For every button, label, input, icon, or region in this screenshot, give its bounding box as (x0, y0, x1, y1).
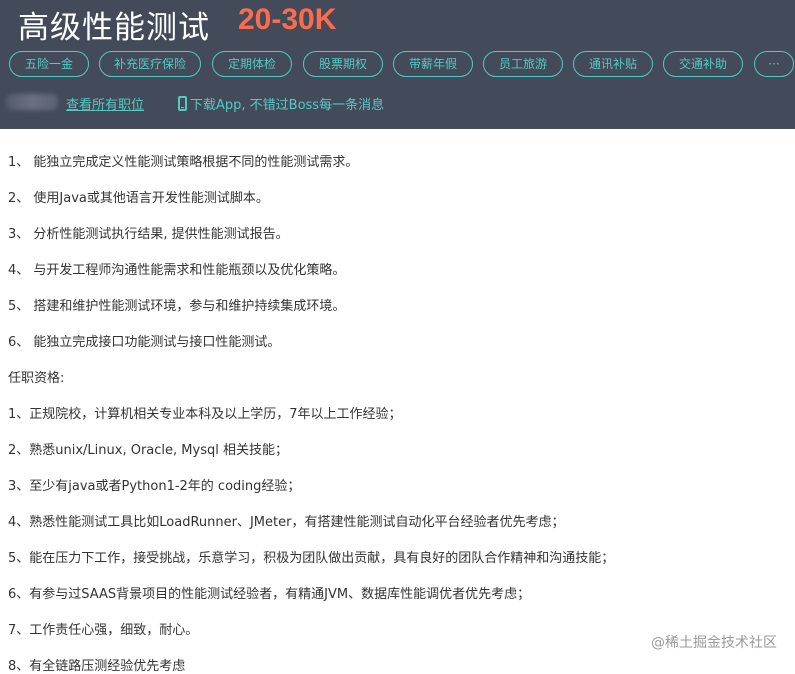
view-all-jobs-link[interactable]: 查看所有职位 (66, 94, 144, 113)
benefit-tag: 股票期权 (303, 51, 383, 77)
responsibility-item: 1、 能独立完成定义性能测试策略根据不同的性能测试需求。 (8, 155, 359, 170)
download-app-link[interactable]: 下载App, 不错过Boss每一条消息 (178, 94, 384, 113)
watermark: @稀土掘金技术社区 (651, 635, 777, 651)
download-app-label: 下载App, 不错过Boss每一条消息 (190, 98, 385, 113)
more-benefits-button[interactable]: ··· (754, 51, 794, 77)
blurred-company-name (6, 94, 58, 110)
job-header: 高级性能测试 20-30K 五险一金 补充医疗保险 定期体检 股票期权 带薪年假… (0, 0, 795, 129)
responsibility-item: 4、 与开发工程师沟通性能需求和性能瓶颈以及优化策略。 (8, 263, 346, 278)
benefit-tag: 交通补助 (663, 51, 743, 77)
qualification-item: 8、有全链路压测经验优先考虑 (8, 659, 186, 674)
responsibility-item: 2、 使用Java或其他语言开发性能测试脚本。 (8, 191, 269, 206)
benefit-tag: 五险一金 (9, 51, 89, 77)
qualification-item: 2、熟悉unix/Linux, Oracle, Mysql 相关技能； (8, 443, 288, 458)
responsibility-item: 6、 能独立完成接口功能测试与接口性能测试。 (8, 335, 281, 350)
qualification-item: 6、有参与过SAAS背景项目的性能测试经验者，有精通JVM、数据库性能调优者优先… (8, 587, 531, 602)
qualification-item: 5、能在压力下工作，接受挑战，乐意学习，积极为团队做出贡献，具有良好的团队合作精… (8, 551, 615, 566)
benefit-tag: 定期体检 (212, 51, 292, 77)
responsibility-item: 3、 分析性能测试执行结果, 提供性能测试报告。 (8, 227, 289, 242)
qualifications-heading: 任职资格: (8, 371, 65, 386)
benefit-tag: 通讯补贴 (573, 51, 653, 77)
benefit-tag: 补充医疗保险 (99, 51, 201, 77)
qualification-item: 4、熟悉性能测试工具比如LoadRunner、JMeter，有搭建性能测试自动化… (8, 515, 565, 530)
qualification-item: 3、至少有java或者Python1-2年的 coding经验； (8, 479, 301, 494)
responsibility-item: 5、 搭建和维护性能测试环境，参与和维护持续集成环境。 (8, 299, 346, 314)
qualification-item: 7、工作责任心强，细致，耐心。 (8, 623, 199, 638)
benefit-tags: 五险一金 补充医疗保险 定期体检 股票期权 带薪年假 员工旅游 通讯补贴 交通补… (9, 51, 795, 77)
benefit-tag: 带薪年假 (393, 51, 473, 77)
salary-range: 20-30K (238, 3, 337, 36)
job-title: 高级性能测试 (18, 10, 210, 46)
benefit-tag: 员工旅游 (483, 51, 563, 77)
mobile-phone-icon (178, 96, 187, 111)
qualification-item: 1、正规院校，计算机相关专业本科及以上学历，7年以上工作经验； (8, 407, 402, 422)
